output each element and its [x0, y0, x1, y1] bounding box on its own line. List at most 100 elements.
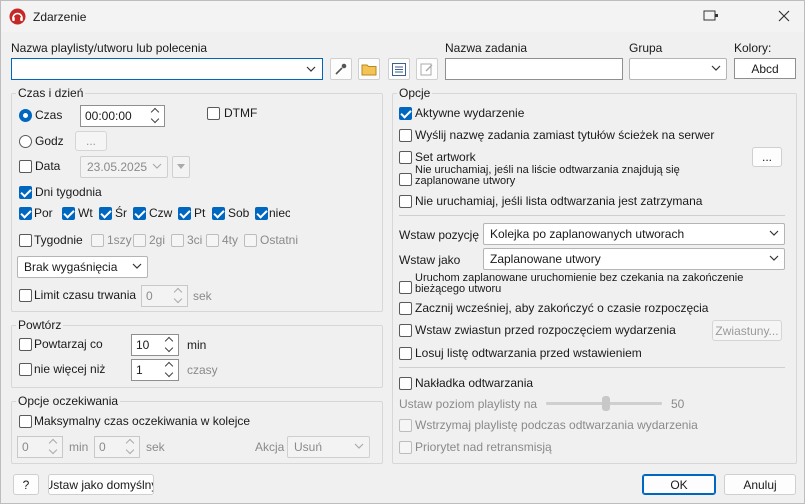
week-checkbox-last[interactable]: [244, 234, 257, 247]
action-select[interactable]: Usuń: [287, 436, 370, 458]
limit-input[interactable]: 0: [141, 285, 188, 307]
skip-if-stopped-checkbox[interactable]: [399, 195, 412, 208]
limit-unit: sek: [193, 289, 212, 303]
folder-icon: [361, 64, 377, 76]
chevron-down-icon: [152, 163, 162, 169]
hour-button[interactable]: ...: [75, 131, 107, 151]
repeat-group-title: Powtórz: [16, 318, 64, 332]
task-label: Nazwa zadania: [445, 41, 528, 55]
skip-if-scheduled-checkbox[interactable]: [399, 173, 412, 186]
list-icon: [392, 62, 406, 76]
open-folder-button[interactable]: [358, 58, 380, 80]
day-checkbox-sun[interactable]: [255, 207, 268, 220]
repeat-spin-icon[interactable]: [164, 335, 176, 355]
set-default-button[interactable]: Ustaw jako domyślny: [48, 474, 154, 495]
ok-button[interactable]: OK: [642, 474, 716, 495]
nomore-checkbox[interactable]: [19, 363, 32, 376]
weekly-checkbox[interactable]: [19, 234, 32, 247]
priority-checkbox[interactable]: [399, 441, 412, 454]
wait-sec-value: 0: [99, 440, 106, 454]
trailers-button[interactable]: Zwiastuny...: [712, 320, 782, 341]
wait-min-spin-icon[interactable]: [48, 437, 60, 457]
day-checkbox-fri[interactable]: [178, 207, 191, 220]
date-picker[interactable]: 23.05.2025: [80, 156, 168, 178]
day-checkbox-tue[interactable]: [62, 207, 75, 220]
day-label: Śr: [115, 206, 127, 220]
week-checkbox-4[interactable]: [206, 234, 219, 247]
time-group-title: Czas i dzień: [16, 86, 86, 100]
insert-pos-select[interactable]: Kolejka po zaplanowanych utworach: [483, 223, 785, 245]
dtmf-checkbox[interactable]: [207, 107, 220, 120]
date-checkbox[interactable]: [19, 160, 32, 173]
nomore-label: nie więcej niż: [34, 362, 106, 376]
date-dropdown-button[interactable]: [172, 156, 190, 178]
wait-group-title: Opcje oczekiwania: [16, 394, 121, 408]
colors-preview-button[interactable]: Abcd: [734, 58, 796, 79]
wait-min-input[interactable]: 0: [17, 436, 63, 458]
nomore-spin-icon[interactable]: [164, 360, 176, 380]
week-checkbox-1[interactable]: [91, 234, 104, 247]
week-checkbox-2[interactable]: [133, 234, 146, 247]
week-label: 2gi: [149, 233, 166, 247]
group-select[interactable]: [629, 58, 727, 80]
day-checkbox-wed[interactable]: [99, 207, 112, 220]
time-input[interactable]: 00:00:00: [80, 105, 165, 127]
nomore-input[interactable]: 1: [131, 359, 179, 381]
repeat-checkbox[interactable]: [19, 338, 32, 351]
cancel-button[interactable]: Anuluj: [724, 474, 796, 495]
limit-spin-icon[interactable]: [173, 286, 185, 306]
overlay-checkbox[interactable]: [399, 377, 412, 390]
window-title: Zdarzenie: [33, 10, 87, 24]
start-early-checkbox[interactable]: [399, 302, 412, 315]
level-slider-thumb[interactable]: [602, 396, 611, 411]
close-button[interactable]: [771, 5, 797, 27]
time-group: [11, 93, 383, 312]
maxwait-checkbox[interactable]: [19, 415, 32, 428]
time-spin-icon[interactable]: [150, 106, 162, 126]
expiry-select[interactable]: Brak wygaśnięcia: [17, 256, 148, 278]
playlist-list-button[interactable]: [388, 58, 410, 80]
insert-as-value: Zaplanowane utwory: [490, 252, 601, 266]
repeat-label: Powtarzaj co: [34, 337, 103, 351]
task-input[interactable]: [445, 58, 623, 80]
run-immediately-checkbox[interactable]: [399, 281, 412, 294]
wait-min-unit: min: [69, 440, 89, 454]
day-checkbox-mon[interactable]: [19, 207, 32, 220]
window-options-button[interactable]: [698, 5, 724, 27]
dropper-button[interactable]: [330, 58, 352, 80]
day-checkbox-sat[interactable]: [212, 207, 225, 220]
repeat-unit: min: [187, 338, 207, 352]
set-artwork-checkbox[interactable]: [399, 151, 412, 164]
day-label: Por: [34, 206, 53, 220]
week-checkbox-3[interactable]: [171, 234, 184, 247]
day-checkbox-thu[interactable]: [133, 207, 146, 220]
pipette-icon: [335, 63, 347, 75]
limit-checkbox[interactable]: [19, 289, 32, 302]
artwork-browse-button[interactable]: ...: [752, 147, 782, 167]
playlist-combo[interactable]: [11, 58, 323, 80]
week-label: 4ty: [222, 233, 239, 247]
weekdays-checkbox[interactable]: [19, 186, 32, 199]
insert-trailer-checkbox[interactable]: [399, 324, 412, 337]
action-value: Usuń: [294, 440, 323, 454]
shuffle-checkbox[interactable]: [399, 347, 412, 360]
edit-button[interactable]: [416, 58, 438, 80]
title-bar: Zdarzenie: [1, 1, 804, 32]
day-label: Pt: [194, 206, 206, 220]
app-headphones-icon: [9, 8, 26, 25]
help-button[interactable]: ?: [13, 474, 39, 495]
time-radio[interactable]: [19, 109, 32, 122]
send-task-name-checkbox[interactable]: [399, 129, 412, 142]
insert-as-select[interactable]: Zaplanowane utwory: [483, 248, 785, 270]
wait-sec-input[interactable]: 0: [94, 436, 140, 458]
active-event-checkbox[interactable]: [399, 107, 412, 120]
playlist-label: Nazwa playlisty/utworu lub polecenia: [11, 41, 208, 55]
wait-min-value: 0: [22, 440, 29, 454]
repeat-input[interactable]: 10: [131, 334, 179, 356]
options-separator-2: [399, 367, 785, 368]
wait-sec-spin-icon[interactable]: [125, 437, 137, 457]
run-immediately-clip: Uruchom zaplanowane uruchomienie bez cze…: [415, 273, 785, 295]
hour-radio[interactable]: [19, 135, 32, 148]
pause-playlist-checkbox[interactable]: [399, 419, 412, 432]
option-label: Nie uruchamiaj, jeśli na liście odtwarza…: [415, 165, 680, 187]
